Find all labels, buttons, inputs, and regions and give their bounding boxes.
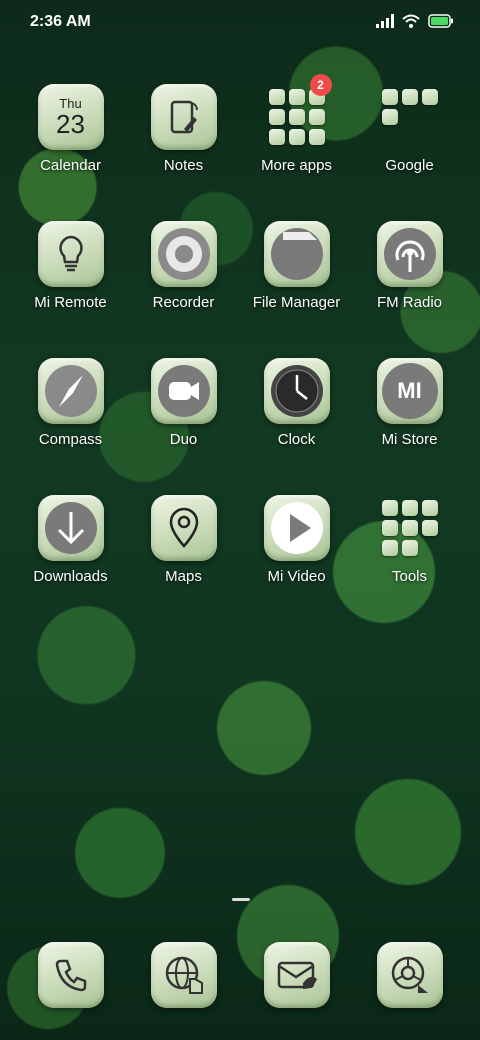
dock-camera[interactable] <box>353 942 466 1008</box>
status-time: 2:36 AM <box>30 13 91 30</box>
folder-more-apps[interactable]: 2 More apps <box>240 74 353 174</box>
mini-app-icon <box>401 89 418 105</box>
mini-app-icon <box>268 109 285 125</box>
mini-app-icon <box>268 129 285 145</box>
notification-badge: 2 <box>309 74 332 96</box>
app-label: Mi Store <box>381 431 438 448</box>
mini-app-icon <box>381 89 398 105</box>
mini-app-icon <box>288 89 305 105</box>
app-duo[interactable]: Duo <box>127 358 240 448</box>
folder-file-icon <box>263 221 330 287</box>
cellular-signal-icon <box>376 14 394 28</box>
mini-app-icon <box>288 109 305 125</box>
play-icon <box>263 495 330 561</box>
calendar-date: 23 <box>56 108 85 139</box>
compass-icon <box>37 358 104 424</box>
mini-app-icon <box>401 500 418 516</box>
app-label: Mi Remote <box>34 294 107 311</box>
app-mi-store[interactable]: MI Mi Store <box>353 358 466 448</box>
app-file-manager[interactable]: File Manager <box>240 221 353 311</box>
mini-app-icon <box>308 129 325 145</box>
app-label: Google <box>385 157 434 174</box>
app-mi-video[interactable]: Mi Video <box>240 495 353 585</box>
mini-app-icon <box>421 89 438 105</box>
wifi-icon <box>402 14 420 28</box>
mini-app-icon <box>401 540 418 556</box>
battery-icon <box>428 14 453 28</box>
app-maps[interactable]: Maps <box>127 495 240 585</box>
video-camera-icon <box>150 358 217 424</box>
mini-app-icon <box>421 500 438 516</box>
dock-messages[interactable] <box>240 942 353 1008</box>
app-label: Clock <box>277 431 316 448</box>
radio-icon <box>376 221 443 287</box>
page-indicator[interactable] <box>232 898 250 901</box>
app-label: Tools <box>391 568 428 585</box>
notes-icon <box>150 84 217 150</box>
app-label: FM Radio <box>376 294 443 311</box>
app-recorder[interactable]: Recorder <box>127 221 240 311</box>
clock-icon <box>263 358 330 424</box>
app-label: Notes <box>163 157 204 174</box>
app-label: Recorder <box>152 294 215 311</box>
app-calendar[interactable]: Thu 23 Calendar <box>14 84 127 174</box>
mini-app-icon <box>268 89 285 105</box>
mi-logo-text: MI <box>397 378 422 403</box>
app-compass[interactable]: Compass <box>14 358 127 448</box>
status-icons <box>376 14 454 28</box>
download-arrow-icon <box>37 495 104 561</box>
app-label: Maps <box>165 568 202 585</box>
browser-globe-icon <box>150 942 217 1008</box>
app-label: More apps <box>261 157 332 174</box>
dock-phone[interactable] <box>14 942 127 1008</box>
mini-app-icon <box>308 109 325 125</box>
app-label: File Manager <box>252 294 341 311</box>
folder-icon <box>377 495 443 561</box>
mini-app-icon <box>381 540 398 556</box>
mini-app-icon <box>401 520 418 536</box>
mini-app-icon <box>381 109 398 125</box>
camera-shutter-icon <box>376 942 443 1008</box>
mini-app-icon <box>421 520 438 536</box>
messages-icon <box>263 942 330 1008</box>
mini-app-icon <box>381 500 398 516</box>
phone-icon <box>37 942 104 1008</box>
app-label: Compass <box>38 431 103 448</box>
app-label: Downloads <box>33 568 108 585</box>
dock-browser[interactable] <box>127 942 240 1008</box>
record-icon <box>150 221 217 287</box>
folder-tools[interactable]: Tools <box>353 495 466 585</box>
app-notes[interactable]: Notes <box>127 84 240 174</box>
app-label: Mi Video <box>267 568 326 585</box>
app-downloads[interactable]: Downloads <box>14 495 127 585</box>
mini-app-icon <box>381 520 398 536</box>
map-pin-icon <box>150 495 217 561</box>
app-clock[interactable]: Clock <box>240 358 353 448</box>
app-label: Calendar <box>40 157 101 174</box>
app-fm-radio[interactable]: FM Radio <box>353 221 466 311</box>
calendar-icon: Thu 23 <box>37 84 104 150</box>
app-label: Duo <box>169 431 198 448</box>
folder-icon: 2 <box>264 74 332 150</box>
folder-icon <box>377 84 443 150</box>
app-mi-remote[interactable]: Mi Remote <box>14 221 127 311</box>
lightbulb-icon <box>37 221 104 287</box>
folder-google[interactable]: Google <box>353 84 466 174</box>
status-bar: 2:36 AM <box>0 0 480 44</box>
mi-logo-icon: MI <box>376 358 443 424</box>
mini-app-icon <box>288 129 305 145</box>
